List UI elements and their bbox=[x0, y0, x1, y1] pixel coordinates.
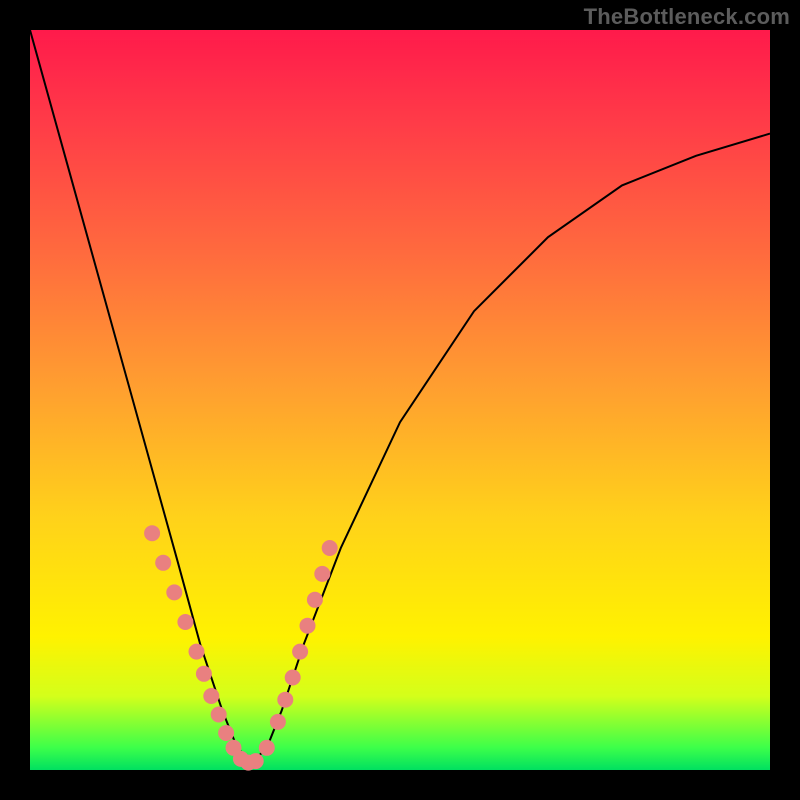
bottleneck-curve bbox=[30, 30, 770, 763]
outer-frame: TheBottleneck.com bbox=[0, 0, 800, 800]
sample-dot bbox=[155, 555, 171, 571]
sample-dot bbox=[189, 644, 205, 660]
chart-svg bbox=[30, 30, 770, 770]
sample-dot bbox=[292, 644, 308, 660]
sample-dot bbox=[307, 592, 323, 608]
watermark-text: TheBottleneck.com bbox=[584, 4, 790, 30]
sample-dot bbox=[314, 566, 330, 582]
sample-dot bbox=[144, 525, 160, 541]
sample-dot bbox=[203, 688, 219, 704]
sample-dot bbox=[270, 714, 286, 730]
plot-area bbox=[30, 30, 770, 770]
sample-dot bbox=[196, 666, 212, 682]
sample-dot bbox=[211, 707, 227, 723]
sample-dot bbox=[166, 584, 182, 600]
sample-dot bbox=[218, 725, 234, 741]
sample-dot bbox=[277, 692, 293, 708]
sample-dot bbox=[259, 740, 275, 756]
sample-dot bbox=[322, 540, 338, 556]
sample-dot bbox=[285, 670, 301, 686]
sample-dot bbox=[248, 753, 264, 769]
sample-dots-group bbox=[144, 525, 338, 770]
sample-dot bbox=[300, 618, 316, 634]
sample-dot bbox=[177, 614, 193, 630]
